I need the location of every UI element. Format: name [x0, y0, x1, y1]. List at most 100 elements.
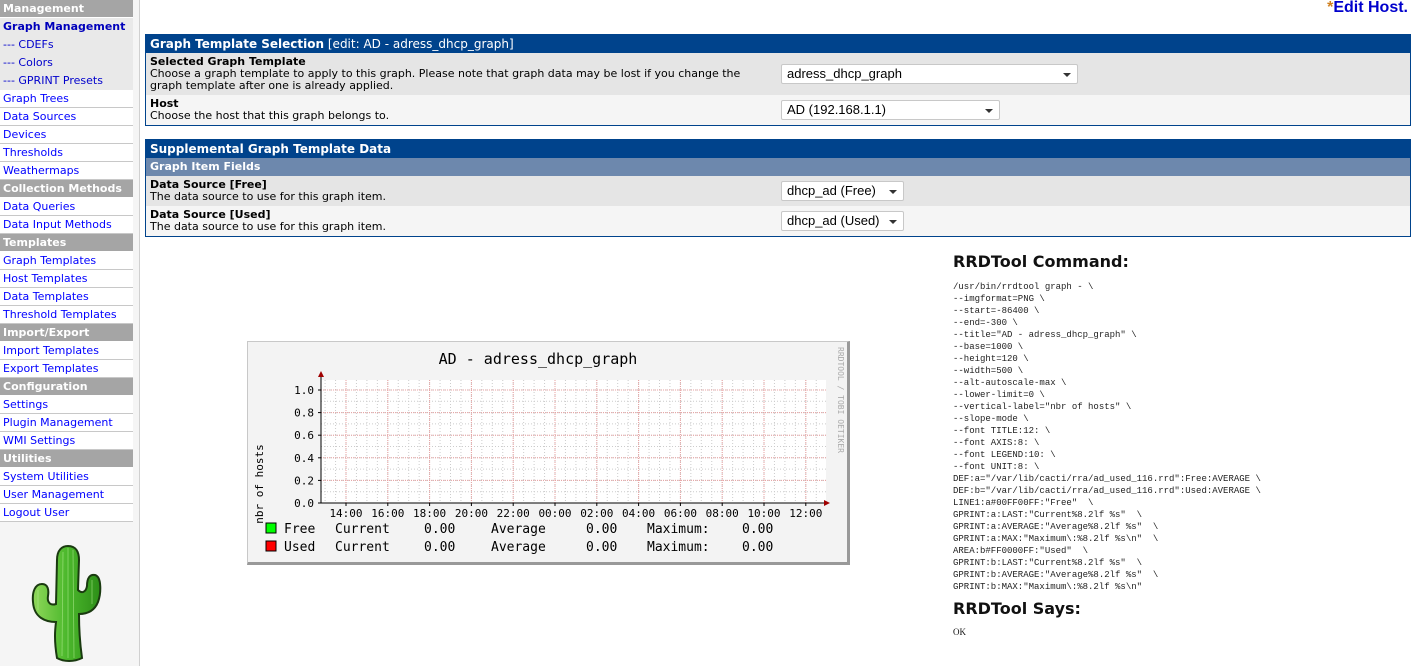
plot-area — [321, 380, 826, 503]
sidebar-menu: Management Graph Management --- CDEFs --- C… — [0, 0, 133, 522]
sidebar-item-system-utilities[interactable]: System Utilities — [0, 468, 133, 486]
host-row: Host Choose the host that this graph bel… — [146, 95, 1410, 125]
sidebar-section-header: Import/Export — [0, 324, 133, 342]
rrdtool-command: /usr/bin/rrdtool graph - \ --imgformat=PN… — [953, 281, 1403, 593]
sidebar-item-settings[interactable]: Settings — [0, 396, 133, 414]
y-tick-label: 0.6 — [294, 429, 314, 442]
command-line: --imgformat=PNG \ — [953, 294, 1045, 304]
sidebar-item-data-queries[interactable]: Data Queries — [0, 198, 133, 216]
sidebar-item-colors[interactable]: --- Colors — [0, 54, 133, 72]
sidebar-section-header: Utilities — [0, 450, 133, 468]
command-line: --end=-300 \ — [953, 318, 1018, 328]
y-axis-arrow — [318, 371, 324, 377]
graph-template-select[interactable]: adress_dhcp_graph — [781, 64, 1078, 84]
sidebar-item-gprint-presets[interactable]: --- GPRINT Presets — [0, 72, 133, 90]
rrdtool-command-heading: RRDTool Command: — [953, 252, 1129, 271]
x-axis-arrow — [824, 500, 830, 506]
sidebar-item-user-management[interactable]: User Management — [0, 486, 133, 504]
panel-title: Supplemental Graph Template Data — [146, 140, 1410, 158]
data-source-used-select[interactable]: dhcp_ad (Used) — [781, 211, 904, 231]
command-line: GPRINT:a:AVERAGE:"Average%8.2lf %s" \ — [953, 522, 1159, 532]
legend-current-label: Current — [335, 540, 390, 555]
command-line: --font TITLE:12: \ — [953, 426, 1051, 436]
sidebar-item-import-templates[interactable]: Import Templates — [0, 342, 133, 360]
x-tick-label: 00:00 — [538, 507, 571, 520]
host-select[interactable]: AD (192.168.1.1) — [781, 100, 1000, 120]
command-line: GPRINT:b:AVERAGE:"Average%8.2lf %s" \ — [953, 570, 1159, 580]
chevron-down-icon — [889, 190, 897, 194]
sidebar-item-data-templates[interactable]: Data Templates — [0, 288, 133, 306]
legend-average-label: Average — [491, 522, 546, 537]
cactus-logo — [31, 544, 102, 662]
sidebar-item-cdefs[interactable]: --- CDEFs — [0, 36, 133, 54]
y-tick-label: 0.2 — [294, 474, 314, 487]
command-line: GPRINT:a:LAST:"Current%8.2lf %s" \ — [953, 510, 1143, 520]
chevron-down-icon — [889, 220, 897, 224]
x-tick-label: 18:00 — [413, 507, 446, 520]
command-line: --alt-autoscale-max \ — [953, 378, 1067, 388]
field-description: The data source to use for this graph it… — [150, 220, 386, 233]
command-line: --base=1000 \ — [953, 342, 1024, 352]
command-line: GPRINT:b:MAX:"Maximum\:%8.2lf %s\n" — [953, 582, 1143, 592]
select-value: dhcp_ad (Free) — [787, 183, 876, 198]
sidebar-section-header: Templates — [0, 234, 133, 252]
graph-legend: Free Current 0.00 Average 0.00 Maximum: 0.00 Us… — [265, 522, 773, 555]
selected-graph-template-row: Selected Graph Template Choose a graph t… — [146, 53, 1410, 95]
sidebar-item-threshold-templates[interactable]: Threshold Templates — [0, 306, 133, 324]
legend-swatch-free — [265, 522, 277, 534]
graph-item-fields-subheading: Graph Item Fields — [146, 158, 1410, 176]
sidebar-item-devices[interactable]: Devices — [0, 126, 133, 144]
sidebar-item-graph-management[interactable]: Graph Management — [0, 18, 133, 36]
sidebar-item-plugin-management[interactable]: Plugin Management — [0, 414, 133, 432]
legend-current-label: Current — [335, 522, 390, 537]
x-tick-label: 14:00 — [329, 507, 362, 520]
command-line: /usr/bin/rrdtool graph - \ — [953, 282, 1094, 292]
legend-maximum: 0.00 — [742, 540, 773, 555]
edit-host-label: Edit Host. — [1333, 0, 1408, 16]
command-line: LINE1:a#00FF00FF:"Free" \ — [953, 498, 1094, 508]
command-line: --font LEGEND:10: \ — [953, 450, 1056, 460]
rrdtool-says-output: OK — [953, 627, 966, 637]
legend-current: 0.00 — [424, 540, 455, 555]
sidebar-item-data-input-methods[interactable]: Data Input Methods — [0, 216, 133, 234]
x-tick-label: 04:00 — [622, 507, 655, 520]
data-source-free-row: Data Source [Free] The data source to us… — [146, 176, 1410, 206]
select-value: adress_dhcp_graph — [787, 66, 902, 81]
panel-title: Graph Template Selection [edit: AD - adr… — [146, 35, 1410, 53]
x-tick-label: 06:00 — [664, 507, 697, 520]
command-line: --width=500 \ — [953, 366, 1024, 376]
x-tick-label: 20:00 — [455, 507, 488, 520]
legend-swatch-used — [265, 540, 277, 552]
command-line: --font UNIT:8: \ — [953, 462, 1040, 472]
sidebar-section-header: Collection Methods — [0, 180, 133, 198]
command-line: AREA:b#FF0000FF:"Used" \ — [953, 546, 1089, 556]
sidebar-item-logout-user[interactable]: Logout User — [0, 504, 133, 522]
command-line: --font AXIS:8: \ — [953, 438, 1040, 448]
sidebar-item-graph-trees[interactable]: Graph Trees — [0, 90, 133, 108]
sidebar-item-wmi-settings[interactable]: WMI Settings — [0, 432, 133, 450]
sidebar-item-data-sources[interactable]: Data Sources — [0, 108, 133, 126]
legend-current: 0.00 — [424, 522, 455, 537]
command-line: --height=120 \ — [953, 354, 1029, 364]
graph-watermark: RRDTOOL / TOBI OETIKER — [836, 347, 845, 453]
sidebar-item-weathermaps[interactable]: Weathermaps — [0, 162, 133, 180]
command-line: --lower-limit=0 \ — [953, 390, 1045, 400]
supplemental-graph-template-data-panel: Supplemental Graph Template Data Graph I… — [145, 139, 1411, 237]
sidebar-item-graph-templates[interactable]: Graph Templates — [0, 252, 133, 270]
x-tick-labels: 14:00 16:00 18:00 20:00 22:00 00:00 02:00 04:00… — [329, 503, 822, 520]
legend-name: Free — [284, 522, 315, 537]
graph-template-selection-panel: Graph Template Selection [edit: AD - adr… — [145, 34, 1411, 126]
sidebar-item-export-templates[interactable]: Export Templates — [0, 360, 133, 378]
edit-host-link[interactable]: *Edit Host. — [1327, 0, 1408, 17]
command-line: --slope-mode \ — [953, 414, 1029, 424]
x-tick-label: 10:00 — [747, 507, 780, 520]
x-tick-label: 12:00 — [789, 507, 822, 520]
data-source-free-select[interactable]: dhcp_ad (Free) — [781, 181, 904, 201]
sidebar-item-thresholds[interactable]: Thresholds — [0, 144, 133, 162]
command-line: GPRINT:a:MAX:"Maximum\:%8.2lf %s\n" \ — [953, 534, 1159, 544]
command-line: --vertical-label="nbr of hosts" \ — [953, 402, 1132, 412]
sidebar: Management Graph Management --- CDEFs --- C… — [0, 0, 140, 666]
sidebar-item-host-templates[interactable]: Host Templates — [0, 270, 133, 288]
legend-maximum-label: Maximum: — [647, 522, 710, 537]
command-line: DEF:a="/var/lib/cacti/rra/ad_used_116.rr… — [953, 474, 1261, 484]
